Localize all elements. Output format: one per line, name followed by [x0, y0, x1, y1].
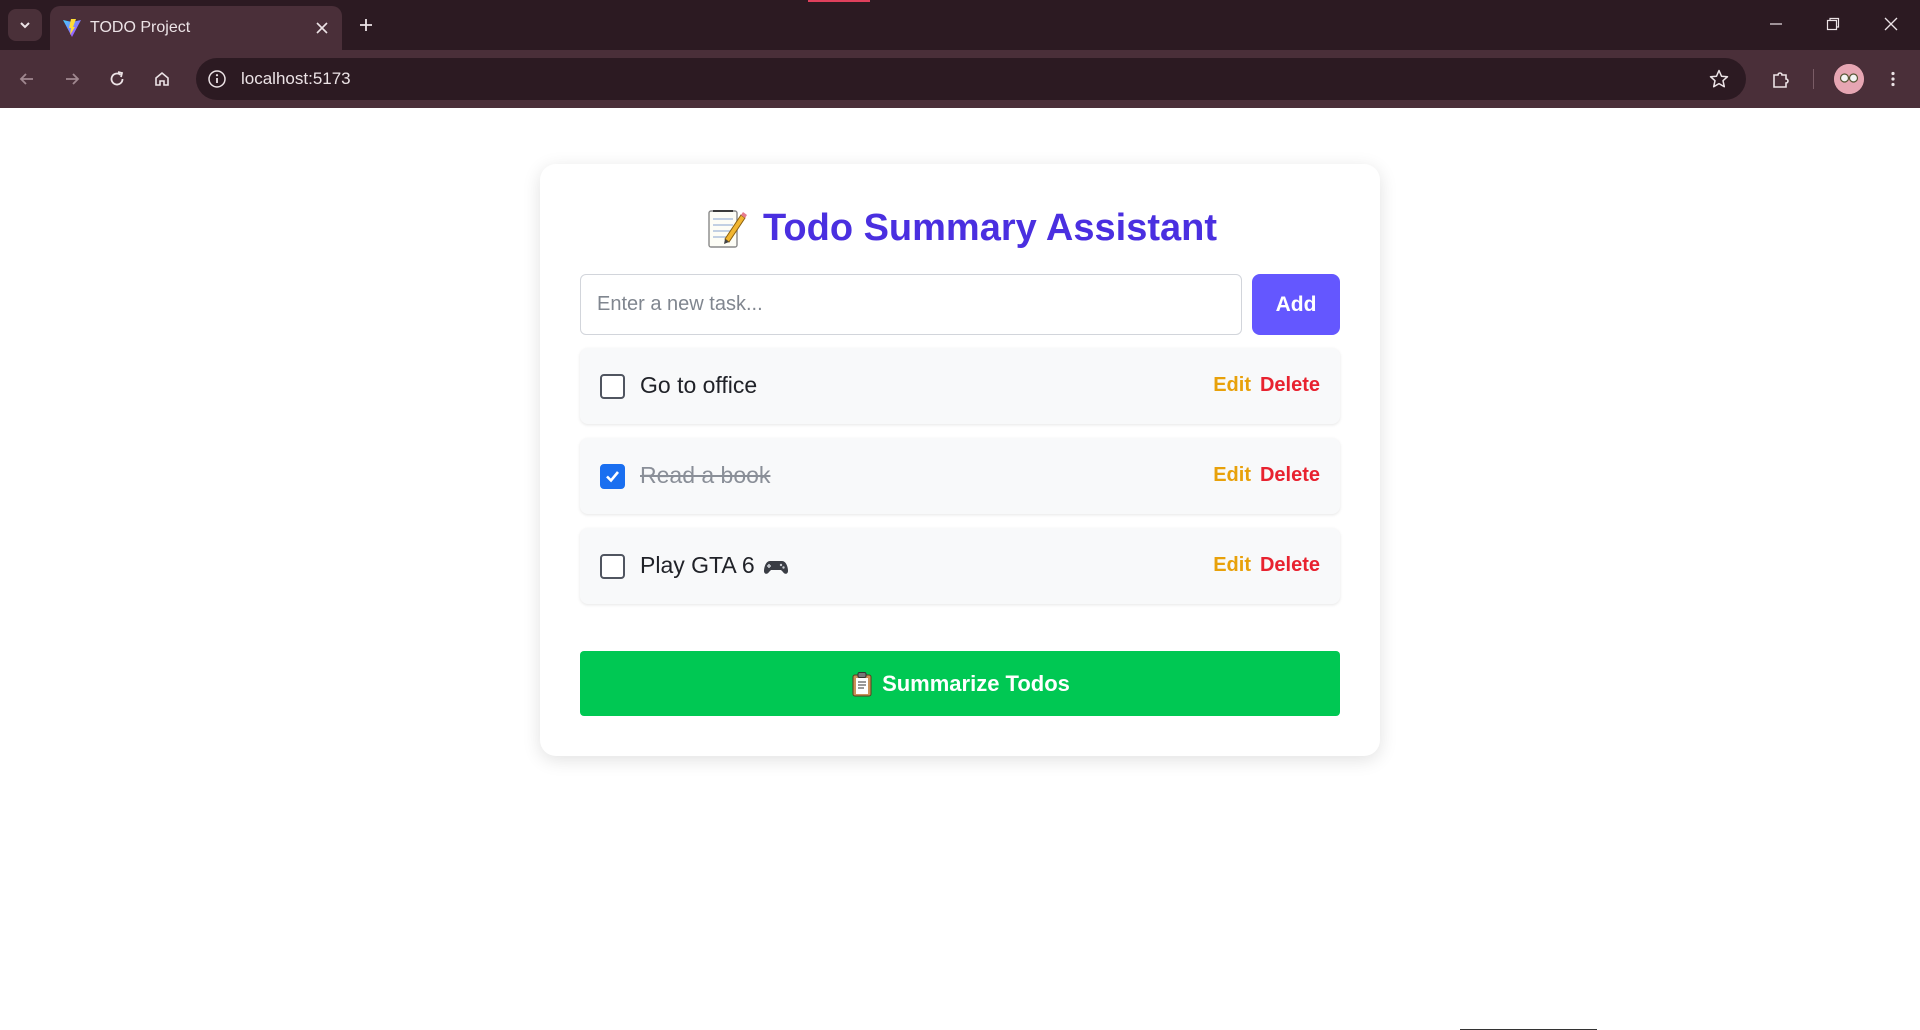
browser-tab-bar: TODO Project [0, 0, 1920, 50]
close-window-button[interactable] [1871, 8, 1911, 40]
game-controller-icon [763, 560, 788, 574]
tab-title: TODO Project [90, 19, 191, 36]
todo-text: Play GTA 6 [640, 552, 755, 578]
page-title: Todo Summary Assistant [763, 206, 1217, 249]
todo-item: Go to office Edit Delete [580, 348, 1340, 424]
todo-card: Todo Summary Assistant Add Go to office … [540, 164, 1380, 756]
summarize-todos-button[interactable]: Summarize Todos [580, 651, 1340, 716]
todo-item: Read a book Edit Delete [580, 438, 1340, 514]
edit-button[interactable]: Edit [1213, 464, 1251, 487]
url-text: localhost:5173 [241, 69, 351, 88]
delete-button[interactable]: Delete [1260, 464, 1320, 487]
address-bar[interactable]: localhost:5173 [196, 58, 1746, 100]
add-task-button[interactable]: Add [1252, 274, 1340, 335]
todo-text-row: Play GTA 6 [640, 552, 789, 579]
site-info-icon[interactable] [206, 68, 228, 90]
arrow-left-icon [19, 73, 33, 85]
todo-text: Go to office [640, 372, 758, 398]
checkmark-icon [606, 471, 620, 483]
page-title-row: Todo Summary Assistant [540, 200, 1380, 256]
clipboard-icon [852, 671, 872, 696]
forward-button[interactable] [55, 62, 89, 96]
browser-tab[interactable]: TODO Project [50, 6, 342, 50]
todo-checkbox-checked[interactable] [600, 464, 625, 489]
chevron-down-icon [20, 22, 30, 29]
tab-indicator [808, 0, 870, 2]
tab-search-button[interactable] [8, 9, 42, 41]
delete-button[interactable]: Delete [1260, 374, 1320, 397]
restore-icon [1826, 17, 1840, 31]
home-icon [155, 71, 169, 86]
todo-checkbox[interactable] [600, 554, 625, 579]
bookmark-star-icon[interactable] [1708, 68, 1730, 90]
kebab-menu-icon [1891, 71, 1895, 87]
vite-logo-icon [63, 19, 81, 37]
reload-icon [110, 71, 124, 86]
minimize-button[interactable] [1756, 8, 1796, 40]
profile-avatar[interactable] [1834, 64, 1864, 94]
todo-item: Play GTA 6 Edit Delete [580, 528, 1340, 604]
puzzle-piece-icon [1773, 72, 1789, 88]
minimize-icon [1770, 23, 1782, 25]
toolbar-separator [1813, 69, 1814, 89]
new-tab-button[interactable] [351, 10, 381, 40]
todo-checkbox[interactable] [600, 374, 625, 399]
arrow-right-icon [66, 73, 80, 85]
back-button[interactable] [10, 62, 44, 96]
profile-icon [1834, 64, 1864, 94]
restore-button[interactable] [1813, 8, 1853, 40]
edit-button[interactable]: Edit [1213, 554, 1251, 577]
delete-button[interactable]: Delete [1260, 554, 1320, 577]
home-button[interactable] [145, 62, 179, 96]
memo-pencil-icon [708, 210, 747, 248]
plus-icon [360, 19, 372, 31]
browser-menu-button[interactable] [1876, 62, 1910, 96]
extensions-button[interactable] [1764, 62, 1798, 96]
summarize-label: Summarize Todos [882, 670, 1070, 696]
browser-toolbar: localhost:5173 [0, 50, 1920, 108]
new-task-input[interactable] [580, 274, 1242, 335]
reload-button[interactable] [100, 62, 134, 96]
close-tab-icon[interactable] [312, 18, 332, 38]
todo-text: Read a book [640, 462, 771, 488]
close-icon [1884, 17, 1898, 31]
edit-button[interactable]: Edit [1213, 374, 1251, 397]
